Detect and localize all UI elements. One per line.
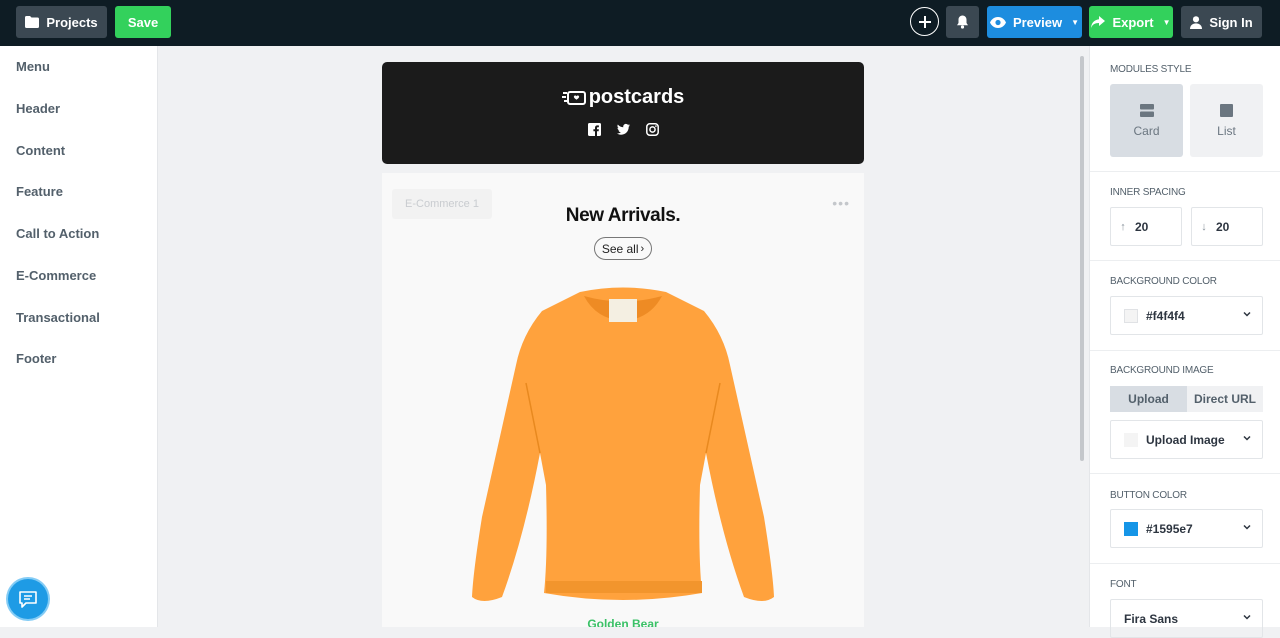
sidebar-item-header[interactable]: Header — [16, 101, 60, 116]
sidebar-item-footer[interactable]: Footer — [16, 351, 56, 366]
image-placeholder-swatch — [1124, 432, 1138, 447]
projects-button[interactable]: Projects — [16, 6, 107, 38]
button-color-value: #1595e7 — [1146, 521, 1193, 536]
e-commerce-module[interactable]: E-Commerce 1 ••• New Arrivals. See all ›… — [382, 173, 864, 627]
sign-in-label: Sign In — [1209, 14, 1253, 30]
eye-icon — [989, 16, 1006, 28]
upload-image-dropdown[interactable]: Upload Image — [1110, 420, 1263, 459]
chevron-right-icon: › — [640, 242, 645, 255]
card-layout-icon — [1139, 103, 1154, 117]
direct-url-tab[interactable]: Direct URL — [1187, 386, 1263, 412]
email-canvas: postcards E-Commerce 1 ••• New Arrivals.… — [158, 46, 1088, 627]
chevron-down-icon — [1243, 311, 1251, 317]
twitter-icon[interactable] — [616, 123, 630, 136]
chevron-down-icon — [1243, 614, 1251, 620]
sidebar-item-e-commerce[interactable]: E-Commerce — [16, 268, 96, 283]
bell-icon — [957, 15, 968, 29]
card-style-label: Card — [1133, 123, 1160, 138]
bottom-spacing-input[interactable]: ↓ 20 — [1191, 207, 1263, 246]
add-button[interactable] — [910, 7, 939, 36]
email-header-module[interactable]: postcards — [382, 62, 864, 164]
user-icon — [1190, 15, 1203, 29]
top-spacing-input[interactable]: ↑ 20 — [1110, 207, 1182, 246]
social-icons — [382, 123, 864, 136]
module-categories-sidebar: Menu Header Content Feature Call to Acti… — [0, 46, 158, 627]
sidebar-item-menu[interactable]: Menu — [16, 59, 50, 74]
preview-label: Preview — [1012, 14, 1063, 30]
divider — [1090, 563, 1280, 564]
list-style-label: List — [1217, 123, 1236, 138]
font-select[interactable]: Fira Sans — [1110, 599, 1263, 638]
bottom-spacing-value: 20 — [1216, 219, 1230, 234]
top-spacing-value: 20 — [1135, 219, 1149, 234]
canvas-scrollbar[interactable] — [1080, 56, 1084, 461]
button-color-title: BUTTON COLOR — [1110, 490, 1187, 501]
chat-icon — [19, 591, 37, 608]
arrow-down-icon: ↓ — [1201, 220, 1207, 233]
save-label: Save — [127, 14, 159, 30]
save-button[interactable]: Save — [115, 6, 171, 38]
export-button[interactable]: Export ▼ — [1089, 6, 1173, 38]
sidebar-item-call-to-action[interactable]: Call to Action — [16, 226, 99, 241]
logo-text: postcards — [588, 86, 685, 108]
postcards-logo: postcards — [382, 86, 864, 109]
upload-image-label: Upload Image — [1146, 432, 1225, 447]
background-color-title: BACKGROUND COLOR — [1110, 276, 1217, 287]
background-image-title: BACKGROUND IMAGE — [1110, 365, 1214, 376]
chevron-down-icon — [1243, 524, 1251, 530]
font-title: FONT — [1110, 579, 1137, 590]
plus-icon — [918, 15, 931, 28]
modules-style-title: MODULES STYLE — [1110, 64, 1192, 75]
top-toolbar: Projects Save Preview ▼ Export ▼ Sign In — [0, 0, 1280, 46]
share-arrow-icon — [1091, 16, 1106, 28]
preview-button[interactable]: Preview ▼ — [987, 6, 1082, 38]
sweater-image — [472, 287, 774, 601]
sidebar-item-transactional[interactable]: Transactional — [16, 310, 100, 325]
divider — [1090, 473, 1280, 474]
see-all-button[interactable]: See all › — [594, 237, 652, 260]
folder-icon — [25, 16, 40, 28]
background-color-swatch — [1124, 308, 1138, 323]
chat-button[interactable] — [8, 579, 48, 619]
list-layout-icon — [1220, 103, 1233, 117]
caret-down-icon: ▼ — [1162, 17, 1171, 27]
see-all-label: See all — [601, 241, 639, 256]
instagram-icon[interactable] — [645, 123, 659, 136]
inner-spacing-title: INNER SPACING — [1110, 187, 1186, 198]
facebook-icon[interactable] — [587, 123, 601, 136]
postcard-logo-icon — [561, 90, 586, 105]
chevron-down-icon — [1243, 435, 1251, 441]
divider — [1090, 171, 1280, 172]
button-color-swatch — [1124, 521, 1138, 536]
list-style-option[interactable]: List — [1190, 84, 1263, 157]
sign-in-button[interactable]: Sign In — [1181, 6, 1262, 38]
arrow-up-icon: ↑ — [1120, 220, 1126, 233]
background-color-picker[interactable]: #f4f4f4 — [1110, 296, 1263, 335]
card-style-option[interactable]: Card — [1110, 84, 1183, 157]
export-label: Export — [1112, 14, 1154, 30]
button-color-picker[interactable]: #1595e7 — [1110, 509, 1263, 548]
font-value: Fira Sans — [1124, 611, 1179, 626]
product-name-link[interactable]: Golden Bear — [382, 617, 864, 627]
notifications-button[interactable] — [946, 6, 979, 38]
upload-tab[interactable]: Upload — [1110, 386, 1187, 412]
background-color-value: #f4f4f4 — [1146, 308, 1185, 323]
projects-label: Projects — [46, 14, 98, 30]
divider — [1090, 260, 1280, 261]
module-title: New Arrivals. — [565, 205, 681, 226]
sidebar-item-feature[interactable]: Feature — [16, 184, 63, 199]
caret-down-icon: ▼ — [1071, 17, 1080, 27]
divider — [1090, 350, 1280, 351]
sidebar-item-content[interactable]: Content — [16, 143, 65, 158]
style-settings-panel: MODULES STYLE Card List INNER SPACING ↑ … — [1089, 46, 1280, 638]
